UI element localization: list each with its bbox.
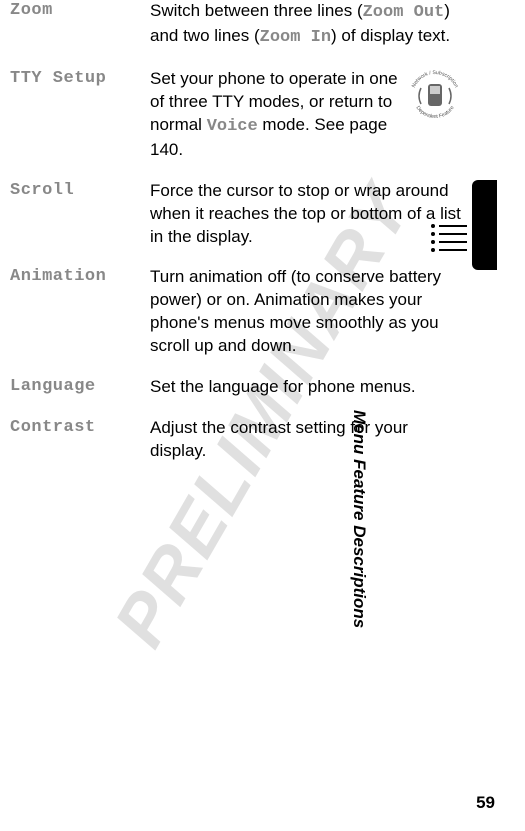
badge-bottom-text: Dependent Feature	[414, 105, 455, 120]
table-row: Zoom Switch between three lines (Zoom Ou…	[10, 0, 465, 50]
content-area: Zoom Switch between three lines (Zoom Ou…	[0, 0, 525, 463]
row-description: Force the cursor to stop or wrap around …	[150, 180, 465, 249]
mono-text: Voice	[207, 117, 258, 136]
mono-text: Zoom In	[260, 28, 331, 47]
row-description: Network / Subscription Dependent Feature…	[150, 68, 465, 162]
table-row: Contrast Adjust the contrast setting for…	[10, 417, 465, 463]
table-row: Language Set the language for phone menu…	[10, 376, 465, 399]
mono-text: Zoom Out	[363, 3, 445, 22]
row-label: Zoom	[10, 0, 150, 20]
row-description: Adjust the contrast setting for your dis…	[150, 417, 465, 463]
table-row: Scroll Force the cursor to stop or wrap …	[10, 180, 465, 249]
page-number: 59	[476, 793, 495, 813]
row-description: Turn animation off (to conserve battery …	[150, 266, 465, 358]
row-label: Scroll	[10, 180, 150, 200]
desc-text: Switch between three lines (	[150, 1, 363, 20]
row-description: Switch between three lines (Zoom Out) an…	[150, 0, 465, 50]
row-label: Language	[10, 376, 150, 396]
svg-text:Dependent Feature: Dependent Feature	[414, 105, 455, 120]
row-description: Set the language for phone menus.	[150, 376, 465, 399]
table-row: TTY Setup Network / Subscription Depende…	[10, 68, 465, 162]
row-label: Contrast	[10, 417, 150, 437]
row-label: TTY Setup	[10, 68, 150, 88]
row-label: Animation	[10, 266, 150, 286]
table-row: Animation Turn animation off (to conserv…	[10, 266, 465, 358]
network-feature-icon: Network / Subscription Dependent Feature	[405, 66, 465, 126]
desc-text: ) of display text.	[331, 26, 450, 45]
